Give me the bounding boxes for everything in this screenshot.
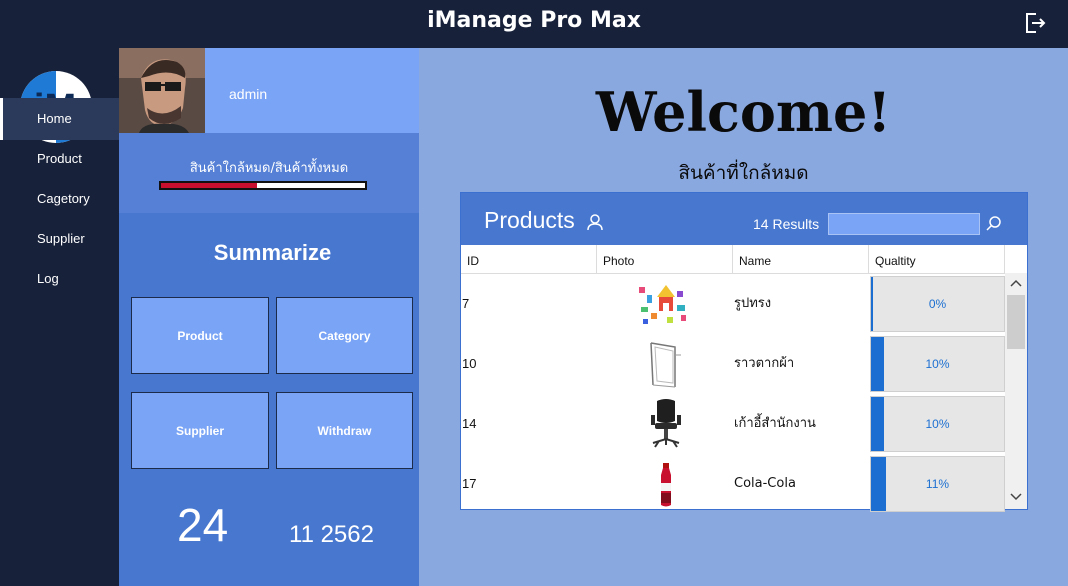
search-input[interactable] (828, 213, 980, 235)
summary-panel: admin สินค้าใกล้หมด/สินค้าทั้งหมด Summar… (119, 48, 419, 586)
low-stock-subtitle: สินค้าที่ใกล้หมด (678, 162, 809, 184)
table-row[interactable]: 14 เก้าอี้สำนักงาน 10% (461, 394, 1005, 454)
summary-product-button[interactable]: Product (131, 297, 269, 374)
product-photo (629, 457, 703, 511)
quantity-text: 10% (925, 357, 950, 371)
summary-category-button[interactable]: Category (276, 297, 413, 374)
cell-name: Cola-Cola (734, 476, 796, 491)
cell-id: 17 (462, 476, 477, 491)
product-photo (629, 397, 703, 451)
welcome-heading: Welcome! (595, 80, 892, 144)
table-header: ID Photo Name Qualtity (461, 245, 1005, 274)
summary-supplier-button[interactable]: Supplier (131, 392, 269, 469)
table-row[interactable]: 7 รูปทรง 0% (461, 274, 1005, 334)
summarize-title: Summarize (213, 240, 332, 265)
stock-progress-fill (161, 183, 257, 188)
avatar (119, 48, 205, 133)
cell-name: ราวตากผ้า (734, 356, 795, 371)
products-panel: Products 14 Results ID Photo Name Qualti… (460, 192, 1028, 512)
table-row[interactable]: 10 ราวตากผ้า 10% (461, 334, 1005, 394)
logout-icon[interactable] (1022, 10, 1048, 36)
date-day: 24 (177, 499, 229, 551)
quantity-bar: 10% (870, 336, 1005, 392)
product-photo (629, 337, 703, 391)
column-header-photo[interactable]: Photo (597, 245, 733, 274)
cell-name: เก้าอี้สำนักงาน (734, 416, 816, 431)
cell-id: 14 (462, 416, 477, 431)
stock-label: สินค้าใกล้หมด/สินค้าทั้งหมด (189, 161, 349, 176)
title-bar: iManage Pro Max (0, 0, 1068, 48)
quantity-text: 0% (928, 297, 947, 311)
cell-name: รูปทรง (734, 296, 772, 311)
quantity-bar: 11% (870, 456, 1005, 512)
scroll-thumb[interactable] (1007, 295, 1025, 349)
sidebar-item-home[interactable]: Home (0, 98, 119, 140)
sidebar-item-category[interactable]: Cagetory (0, 178, 119, 220)
product-photo (629, 277, 703, 331)
products-header: Products 14 Results (461, 193, 1027, 245)
quantity-bar: 10% (870, 396, 1005, 452)
sidebar-item-supplier[interactable]: Supplier (0, 218, 119, 260)
date-month-year: 11 2562 (289, 521, 374, 548)
stock-progress-bar (159, 181, 367, 190)
stock-status: สินค้าใกล้หมด/สินค้าทั้งหมด (119, 133, 419, 213)
app-title: iManage Pro Max (427, 8, 641, 33)
table-row[interactable]: 17 Cola-Cola 11% (461, 454, 1005, 512)
username: admin (229, 86, 268, 102)
user-icon (586, 213, 604, 231)
column-header-name[interactable]: Name (733, 245, 869, 274)
table-scrollbar[interactable] (1005, 273, 1027, 509)
column-header-quantity[interactable]: Qualtity (869, 245, 1005, 274)
quantity-text: 10% (925, 417, 950, 431)
quantity-bar: 0% (870, 276, 1005, 332)
sidebar-item-log[interactable]: Log (0, 258, 119, 300)
sidebar-item-product[interactable]: Product (0, 138, 119, 180)
results-count: 14 Results (753, 216, 820, 232)
quantity-text: 11% (925, 477, 950, 491)
products-title: Products (484, 207, 575, 233)
profile-header: admin (119, 48, 419, 133)
cell-id: 10 (462, 356, 477, 371)
scroll-up-icon[interactable] (1005, 273, 1027, 293)
cell-id: 7 (462, 296, 470, 311)
scroll-down-icon[interactable] (1005, 487, 1027, 507)
summary-withdraw-button[interactable]: Withdraw (276, 392, 413, 469)
search-icon[interactable] (985, 215, 1003, 233)
column-header-id[interactable]: ID (461, 245, 597, 274)
sidebar: iM Home Product Cagetory Supplier Log (0, 48, 119, 586)
